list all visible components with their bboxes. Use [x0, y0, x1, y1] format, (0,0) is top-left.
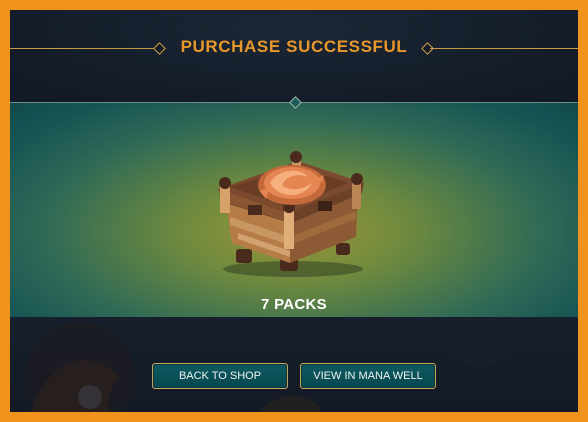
- dialog-header: PURCHASE SUCCESSFUL: [10, 10, 578, 102]
- reward-banner: 7 PACKS: [10, 96, 578, 318]
- dialog-title: PURCHASE SUCCESSFUL: [180, 37, 408, 56]
- reward-label: 7 PACKS: [260, 296, 327, 313]
- view-in-mana-well-button[interactable]: VIEW IN MANA WELL: [300, 363, 436, 389]
- chest-icon: [218, 151, 364, 277]
- purchase-dialog: PURCHASE SUCCESSFUL 7 PACKS BACK TO SHOP…: [10, 10, 578, 412]
- background-art: [25, 317, 510, 412]
- back-to-shop-button[interactable]: BACK TO SHOP: [152, 363, 288, 389]
- dialog-footer: BACK TO SHOP VIEW IN MANA WELL: [10, 317, 578, 412]
- header-rule-right: [430, 48, 578, 49]
